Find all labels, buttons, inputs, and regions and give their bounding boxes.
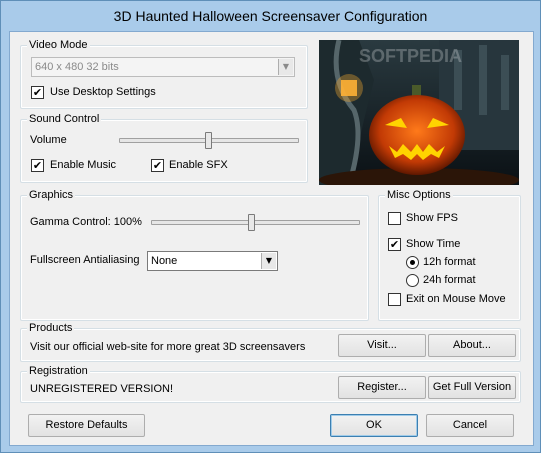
gamma-control-label: Gamma Control: 100%: [30, 216, 142, 228]
chevron-down-icon: ▼: [278, 59, 293, 75]
sound-control-group: Sound Control Volume ✔ Enable Music ✔ En…: [20, 112, 308, 183]
sound-control-group-label: Sound Control: [27, 112, 102, 126]
products-group-label: Products: [27, 321, 75, 335]
registration-group-label: Registration: [27, 364, 90, 378]
gamma-slider-thumb[interactable]: [248, 214, 255, 231]
check-icon: ✔: [32, 159, 43, 172]
visit-button[interactable]: Visit...: [338, 334, 426, 357]
haunted-pumpkin-scene: SOFTPEDIA: [319, 40, 519, 185]
dialog-client-area: Video Mode 640 x 480 32 bits ▼ ✔ Use Des…: [9, 31, 534, 446]
format-24h-radio[interactable]: [406, 274, 419, 287]
show-time-label: Show Time: [406, 238, 461, 250]
show-time-checkbox[interactable]: ✔: [388, 238, 401, 251]
video-mode-group-label: Video Mode: [27, 38, 90, 52]
antialiasing-dropdown[interactable]: None ▼: [147, 251, 278, 271]
graphics-group: Graphics Gamma Control: 100% Fullscreen …: [20, 188, 369, 321]
format-12h-radio[interactable]: [406, 256, 419, 269]
check-icon: ✔: [32, 86, 43, 99]
format-24h-label: 24h format: [423, 274, 476, 286]
cancel-button[interactable]: Cancel: [426, 414, 514, 437]
volume-slider-thumb[interactable]: [205, 132, 212, 149]
antialiasing-value: None: [151, 255, 178, 267]
get-full-version-button[interactable]: Get Full Version: [428, 376, 516, 399]
title-bar[interactable]: 3D Haunted Halloween Screensaver Configu…: [1, 1, 540, 31]
enable-sfx-checkbox[interactable]: ✔: [151, 159, 164, 172]
products-text: Visit our official web-site for more gre…: [30, 341, 306, 353]
register-button[interactable]: Register...: [338, 376, 426, 399]
about-button[interactable]: About...: [428, 334, 516, 357]
radio-selected-dot: [410, 260, 415, 265]
ok-button[interactable]: OK: [330, 414, 418, 437]
use-desktop-label: Use Desktop Settings: [50, 86, 156, 98]
screensaver-preview-image: SOFTPEDIA: [319, 40, 519, 185]
use-desktop-checkbox[interactable]: ✔: [31, 86, 44, 99]
restore-defaults-button[interactable]: Restore Defaults: [28, 414, 145, 437]
misc-options-group-label: Misc Options: [385, 188, 453, 202]
gamma-slider-track[interactable]: [151, 220, 360, 225]
video-mode-group: Video Mode 640 x 480 32 bits ▼ ✔ Use Des…: [20, 38, 308, 109]
enable-music-checkbox[interactable]: ✔: [31, 159, 44, 172]
exit-on-mouse-move-label: Exit on Mouse Move: [406, 293, 506, 305]
enable-sfx-label: Enable SFX: [169, 159, 228, 171]
exit-on-mouse-move-checkbox[interactable]: [388, 293, 401, 306]
show-fps-label: Show FPS: [406, 212, 458, 224]
format-12h-label: 12h format: [423, 256, 476, 268]
check-icon: ✔: [389, 238, 400, 251]
resolution-dropdown[interactable]: 640 x 480 32 bits ▼: [31, 57, 295, 77]
products-group: Products Visit our official web-site for…: [20, 321, 521, 362]
enable-music-label: Enable Music: [50, 159, 117, 171]
misc-options-group: Misc Options Show FPS ✔ Show Time 12h fo…: [378, 188, 521, 321]
resolution-value: 640 x 480 32 bits: [35, 61, 119, 73]
window-title: 3D Haunted Halloween Screensaver Configu…: [113, 8, 428, 24]
volume-label: Volume: [30, 134, 67, 146]
watermark-text: SOFTPEDIA: [359, 46, 462, 66]
registration-group: Registration UNREGISTERED VERSION! Regis…: [20, 364, 521, 403]
check-icon: ✔: [152, 159, 163, 172]
registration-status: UNREGISTERED VERSION!: [30, 383, 174, 395]
config-window: 3D Haunted Halloween Screensaver Configu…: [0, 0, 541, 453]
chevron-down-icon: ▼: [261, 253, 276, 269]
graphics-group-label: Graphics: [27, 188, 76, 202]
show-fps-checkbox[interactable]: [388, 212, 401, 225]
antialiasing-label: Fullscreen Antialiasing: [30, 254, 140, 266]
